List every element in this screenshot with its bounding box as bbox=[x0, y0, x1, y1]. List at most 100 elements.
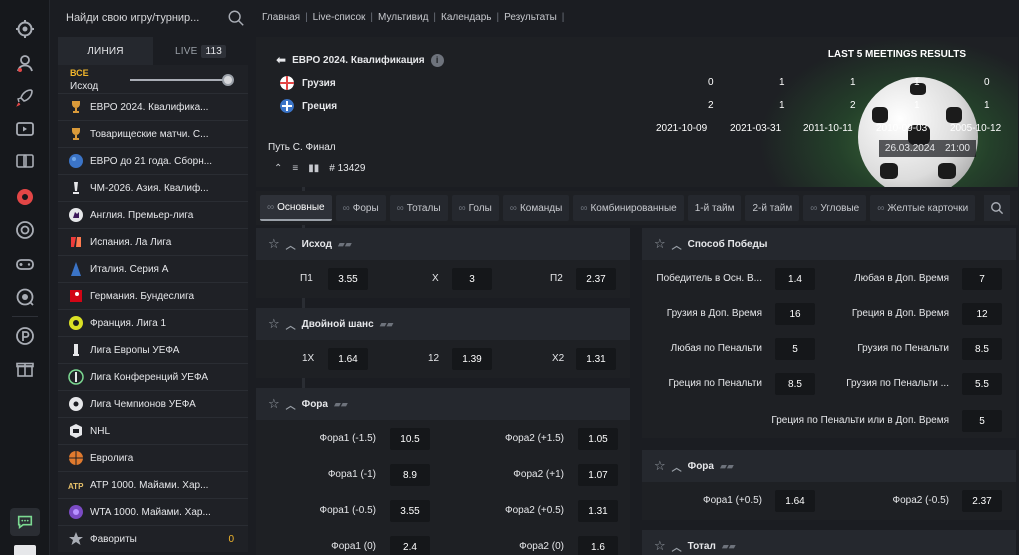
league-item[interactable]: Лига Европы УЕФА bbox=[58, 336, 248, 363]
market-tab[interactable]: ∞ Форы bbox=[335, 195, 386, 221]
gift-icon[interactable] bbox=[14, 357, 36, 379]
odd-button[interactable]: 1.05 bbox=[578, 428, 618, 450]
star-icon[interactable]: ☆ bbox=[268, 396, 280, 412]
odd-button[interactable]: 7 bbox=[962, 268, 1002, 290]
target-icon[interactable] bbox=[14, 219, 36, 241]
rocket-icon[interactable] bbox=[14, 86, 36, 108]
filter-all-label[interactable]: ВСЕ bbox=[70, 68, 89, 78]
odd-button[interactable]: 2.37 bbox=[962, 490, 1002, 512]
stats-bar-icon[interactable]: ▮▮ bbox=[308, 163, 319, 174]
league-item[interactable]: ЕВРО до 21 года. Сборн... bbox=[58, 147, 248, 174]
odd-button[interactable]: 1.4 bbox=[775, 268, 815, 290]
filter-slider-thumb[interactable] bbox=[222, 74, 234, 86]
stats-icon[interactable]: ▰▰ bbox=[334, 399, 348, 410]
league-item[interactable]: WTA 1000. Майами. Хар... bbox=[58, 498, 248, 525]
search-input[interactable] bbox=[56, 5, 221, 31]
chevron-up-icon[interactable]: ︿ bbox=[286, 317, 296, 332]
star-icon[interactable]: ☆ bbox=[268, 316, 280, 332]
cards-icon[interactable] bbox=[14, 150, 36, 172]
market-method-header[interactable]: ☆ ︿ Способ Победы bbox=[642, 228, 1016, 260]
odd-button[interactable]: 5 bbox=[775, 338, 815, 360]
market-outcome-header[interactable]: ☆ ︿ Исход ▰▰ bbox=[256, 228, 630, 260]
chevron-up-icon[interactable]: ︿ bbox=[286, 237, 296, 252]
rail-bottom-icon[interactable] bbox=[14, 545, 36, 555]
league-item[interactable]: Лига Чемпионов УЕФА bbox=[58, 390, 248, 417]
star-icon[interactable]: ☆ bbox=[654, 538, 666, 554]
market-search-button[interactable] bbox=[984, 195, 1010, 221]
odd-button[interactable]: 8.9 bbox=[390, 464, 430, 486]
star-icon[interactable]: ☆ bbox=[654, 458, 666, 474]
market-total-header[interactable]: ☆ ︿ Тотал ▰▰ bbox=[642, 530, 1016, 555]
market-tab[interactable]: ∞ Желтые карточки bbox=[870, 195, 976, 221]
promo-icon[interactable] bbox=[14, 325, 36, 347]
odd-button[interactable]: 1.39 bbox=[452, 348, 492, 370]
star-icon[interactable]: ☆ bbox=[268, 236, 280, 252]
odd-button[interactable]: 16 bbox=[775, 303, 815, 325]
league-item[interactable]: Фавориты 0 bbox=[58, 525, 248, 552]
esports-icon[interactable] bbox=[14, 286, 36, 308]
league-item[interactable]: Франция. Лига 1 bbox=[58, 309, 248, 336]
market-tab[interactable]: ∞ Тоталы bbox=[389, 195, 448, 221]
market-tab[interactable]: 1-й тайм bbox=[687, 195, 742, 221]
league-item[interactable]: Испания. Ла Лига bbox=[58, 228, 248, 255]
odd-button[interactable]: 5 bbox=[962, 410, 1002, 432]
odd-button[interactable]: 2.4 bbox=[390, 536, 430, 555]
gamepad-icon[interactable] bbox=[14, 253, 36, 275]
odd-button[interactable]: 8.5 bbox=[775, 373, 815, 395]
chevron-up-icon[interactable]: ︿ bbox=[672, 237, 682, 252]
odd-button[interactable]: 3.55 bbox=[328, 268, 368, 290]
chat-button[interactable] bbox=[10, 508, 40, 536]
market-tab[interactable]: 2-й тайм bbox=[745, 195, 800, 221]
league-item[interactable]: ATP ATP 1000. Майами. Хар... bbox=[58, 471, 248, 498]
league-item[interactable]: Италия. Серия А bbox=[58, 255, 248, 282]
odd-button[interactable]: 1.31 bbox=[576, 348, 616, 370]
search-icon[interactable] bbox=[227, 9, 245, 27]
league-item[interactable]: Товарищеские матчи. С... bbox=[58, 120, 248, 147]
settings-icon[interactable] bbox=[14, 18, 36, 40]
tab-line[interactable]: ЛИНИЯ bbox=[58, 37, 153, 65]
odd-button[interactable]: 10.5 bbox=[390, 428, 430, 450]
nav-link[interactable]: Результаты bbox=[504, 12, 557, 23]
chevron-up-icon[interactable]: ︿ bbox=[672, 459, 682, 474]
star-icon[interactable]: ☆ bbox=[654, 236, 666, 252]
league-item[interactable]: Германия. Бундеслига bbox=[58, 282, 248, 309]
odd-button[interactable]: 1.31 bbox=[578, 500, 618, 522]
league-item[interactable]: ЧМ-2026. Азия. Квалиф... bbox=[58, 174, 248, 201]
stats-icon[interactable]: ▰▰ bbox=[380, 319, 394, 330]
collapse-icon[interactable]: ⌃ bbox=[274, 163, 282, 174]
nav-link[interactable]: Календарь bbox=[441, 12, 491, 23]
odd-button[interactable]: 1.07 bbox=[578, 464, 618, 486]
tab-live[interactable]: LIVE 113 bbox=[153, 37, 248, 65]
nav-link[interactable]: Live-список bbox=[313, 12, 366, 23]
market-tab[interactable]: ∞ Команды bbox=[502, 195, 570, 221]
market-handicap-header[interactable]: ☆ ︿ Фора ▰▰ bbox=[256, 388, 630, 420]
market-tab[interactable]: ∞ Основные bbox=[260, 195, 332, 221]
odd-button[interactable]: 3.55 bbox=[390, 500, 430, 522]
football-icon[interactable] bbox=[14, 186, 36, 208]
back-arrow-icon[interactable]: ⬅ bbox=[276, 53, 286, 67]
league-item[interactable]: NHL bbox=[58, 417, 248, 444]
odd-button[interactable]: 12 bbox=[962, 303, 1002, 325]
odd-button[interactable]: 2.37 bbox=[576, 268, 616, 290]
user-icon[interactable] bbox=[14, 52, 36, 74]
nav-link[interactable]: Главная bbox=[262, 12, 300, 23]
odd-button[interactable]: 5.5 bbox=[962, 373, 1002, 395]
stats-icon[interactable]: ▰▰ bbox=[722, 541, 736, 552]
tv-icon[interactable] bbox=[14, 118, 36, 140]
filter-slider-track[interactable] bbox=[130, 79, 228, 81]
league-item[interactable]: Англия. Премьер-лига bbox=[58, 201, 248, 228]
league-item[interactable]: ЕВРО 2024. Квалифика... bbox=[58, 93, 248, 120]
market-tab[interactable]: ∞ Комбинированные bbox=[573, 195, 684, 221]
nav-link[interactable]: Мультивид bbox=[378, 12, 428, 23]
odd-button[interactable]: 1.64 bbox=[775, 490, 815, 512]
odd-button[interactable]: 1.6 bbox=[578, 536, 618, 555]
market-double-header[interactable]: ☆ ︿ Двойной шанс ▰▰ bbox=[256, 308, 630, 340]
odd-button[interactable]: 1.64 bbox=[328, 348, 368, 370]
market-tab[interactable]: ∞ Голы bbox=[451, 195, 499, 221]
info-icon[interactable]: i bbox=[430, 53, 444, 67]
odd-button[interactable]: 8.5 bbox=[962, 338, 1002, 360]
market-handicap2-header[interactable]: ☆ ︿ Фора ▰▰ bbox=[642, 450, 1016, 482]
stats-icon[interactable]: ▰▰ bbox=[720, 461, 734, 472]
chevron-up-icon[interactable]: ︿ bbox=[672, 539, 682, 554]
chevron-up-icon[interactable]: ︿ bbox=[286, 397, 296, 412]
